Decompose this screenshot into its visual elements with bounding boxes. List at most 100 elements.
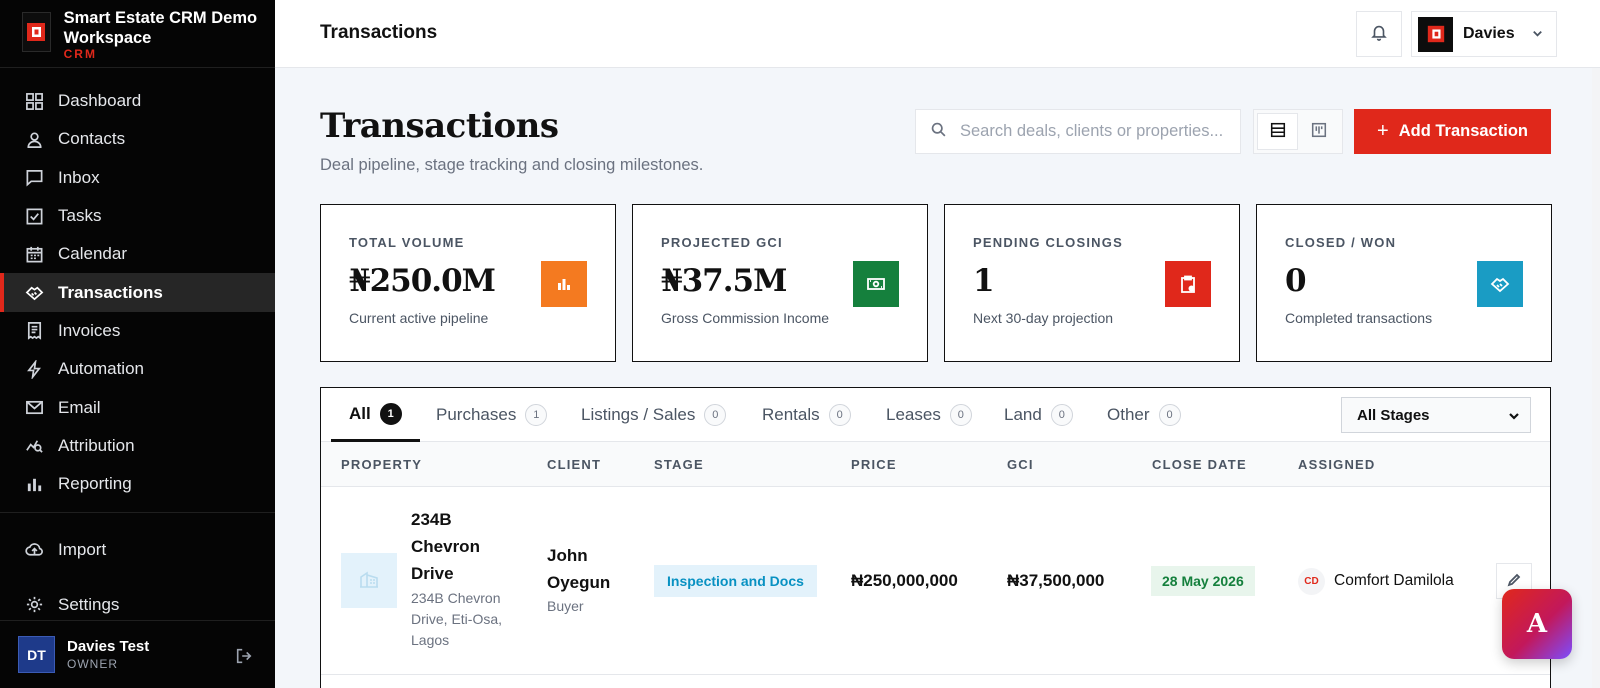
search-icon	[930, 121, 947, 142]
message-icon	[24, 168, 44, 188]
sidebar-item-email[interactable]: Email	[0, 388, 275, 426]
sidebar-item-automation[interactable]: Automation	[0, 350, 275, 388]
sidebar-item-label: Tasks	[58, 206, 102, 226]
sidebar-item-transactions[interactable]: Transactions	[0, 273, 275, 313]
column-header-assigned[interactable]: ASSIGNED	[1298, 457, 1376, 472]
sidebar-item-contacts[interactable]: Contacts	[0, 120, 275, 158]
column-header-gci[interactable]: GCI	[1007, 457, 1034, 472]
user-icon	[24, 129, 44, 149]
cloud-upload-icon	[24, 540, 44, 560]
bar-chart-icon	[24, 474, 44, 494]
close-date-badge: 28 May 2026	[1151, 566, 1255, 596]
analytics-icon	[24, 436, 44, 456]
checkbox-icon	[24, 206, 44, 226]
tab-count: 0	[1050, 404, 1073, 426]
mail-icon	[24, 398, 44, 418]
bar-chart-icon	[541, 261, 587, 307]
topbar-title: Transactions	[320, 22, 438, 43]
tab-label: Listings / Sales	[581, 405, 696, 424]
tab-all[interactable]: All 1	[331, 388, 420, 442]
tab-leases[interactable]: Leases 0	[886, 388, 972, 442]
stat-label: TOTAL VOLUME	[349, 235, 465, 250]
topbar: Transactions Davies	[275, 0, 1600, 68]
pencil-icon	[1507, 572, 1521, 591]
tab-count: 1	[525, 404, 548, 426]
stage-badge: Inspection and Docs	[654, 565, 817, 597]
tab-rentals[interactable]: Rentals 0	[762, 388, 851, 442]
property-thumbnail	[341, 553, 397, 608]
grid-icon	[24, 91, 44, 111]
client-role: Buyer	[547, 598, 584, 614]
page-title: Transactions	[320, 106, 559, 146]
sidebar-item-dashboard[interactable]: Dashboard	[0, 82, 275, 120]
gear-icon	[24, 595, 44, 615]
tab-label: Purchases	[436, 405, 517, 424]
handshake-icon	[24, 283, 44, 303]
sidebar-divider	[0, 512, 275, 514]
cash-icon	[853, 261, 899, 307]
stat-card-projected-gci: PROJECTED GCI ₦37.5M Gross Commission In…	[632, 204, 928, 362]
tab-other[interactable]: Other 0	[1107, 388, 1181, 442]
account-menu-button[interactable]: Davies	[1411, 11, 1557, 57]
column-header-price[interactable]: PRICE	[851, 457, 897, 472]
gci-value: ₦37,500,000	[1007, 571, 1105, 590]
tab-listings-sales[interactable]: Listings / Sales 0	[581, 388, 727, 442]
stage-filter-select[interactable]: All Stages	[1341, 397, 1531, 433]
calendar-icon	[24, 244, 44, 264]
sidebar-item-label: Calendar	[58, 244, 127, 264]
table-row[interactable]: 234B Chevron Drive 234B Chevron Drive, E…	[321, 487, 1550, 675]
list-icon	[1269, 121, 1287, 143]
sidebar-item-reporting[interactable]: Reporting	[0, 465, 275, 503]
sidebar-item-label: Import	[58, 539, 107, 559]
search-box[interactable]	[915, 109, 1241, 154]
price-value: ₦250,000,000	[851, 571, 958, 590]
stat-card-closed-won: CLOSED / WON 0 Completed transactions	[1256, 204, 1552, 362]
tab-land[interactable]: Land 0	[1004, 388, 1073, 442]
sidebar-item-invoices[interactable]: Invoices	[0, 312, 275, 350]
sidebar-item-inbox[interactable]: Inbox	[0, 159, 275, 197]
avatar: DT	[18, 636, 55, 673]
chevron-down-icon	[1531, 25, 1544, 44]
search-input[interactable]	[960, 122, 1235, 141]
brand-logo	[22, 12, 51, 52]
add-transaction-button[interactable]: + Add Transaction	[1354, 109, 1551, 154]
assistant-fab-button[interactable]: A	[1502, 589, 1572, 659]
bolt-icon	[24, 359, 44, 379]
chevron-down-icon	[1509, 413, 1519, 420]
stat-label: CLOSED / WON	[1285, 235, 1397, 250]
notifications-button[interactable]	[1356, 11, 1402, 57]
sidebar-item-label: Contacts	[58, 129, 126, 149]
tab-count: 1	[379, 402, 402, 425]
sidebar-item-attribution[interactable]: Attribution	[0, 427, 275, 465]
sidebar-item-calendar[interactable]: Calendar	[0, 235, 275, 273]
tab-label: Rentals	[762, 405, 820, 424]
assigned-name: Comfort Damilola	[1334, 572, 1454, 589]
handshake-icon	[1477, 261, 1523, 307]
brand[interactable]: Smart Estate CRM Demo Workspace CRM	[0, 0, 275, 68]
tab-purchases[interactable]: Purchases 1	[436, 388, 548, 442]
list-view-button[interactable]	[1257, 113, 1299, 150]
sidebar-item-label: Dashboard	[58, 91, 142, 111]
sidebar-item-import[interactable]: Import	[0, 522, 275, 577]
column-header-close-date[interactable]: CLOSE DATE	[1152, 457, 1247, 472]
type-tabs: All 1 Purchases 1 Listings / Sales 0 Ren…	[321, 388, 1550, 442]
tab-label: All	[349, 403, 371, 423]
sidebar-item-label: Invoices	[58, 320, 121, 340]
client-name[interactable]: John Oyegun	[547, 542, 627, 596]
property-name[interactable]: 234B Chevron Drive	[411, 506, 511, 587]
column-header-stage[interactable]: STAGE	[654, 457, 704, 472]
table-header: PROPERTY CLIENT STAGE PRICE GCI CLOSE DA…	[321, 442, 1550, 487]
sidebar-item-label: Reporting	[58, 474, 132, 494]
logout-icon[interactable]	[235, 647, 253, 669]
sidebar-item-label: Attribution	[58, 435, 135, 455]
user-name: Davies Test	[67, 638, 150, 655]
sidebar-item-label: Settings	[58, 594, 120, 614]
sidebar-item-label: Email	[58, 397, 101, 417]
stat-note: Completed transactions	[1285, 310, 1433, 326]
scrollbar[interactable]	[1592, 68, 1600, 688]
sidebar-item-tasks[interactable]: Tasks	[0, 197, 275, 235]
column-header-client[interactable]: CLIENT	[547, 457, 601, 472]
board-view-button[interactable]	[1298, 113, 1339, 150]
column-header-property[interactable]: PROPERTY	[341, 457, 422, 472]
user-profile[interactable]: DT Davies Test OWNER	[0, 620, 275, 688]
